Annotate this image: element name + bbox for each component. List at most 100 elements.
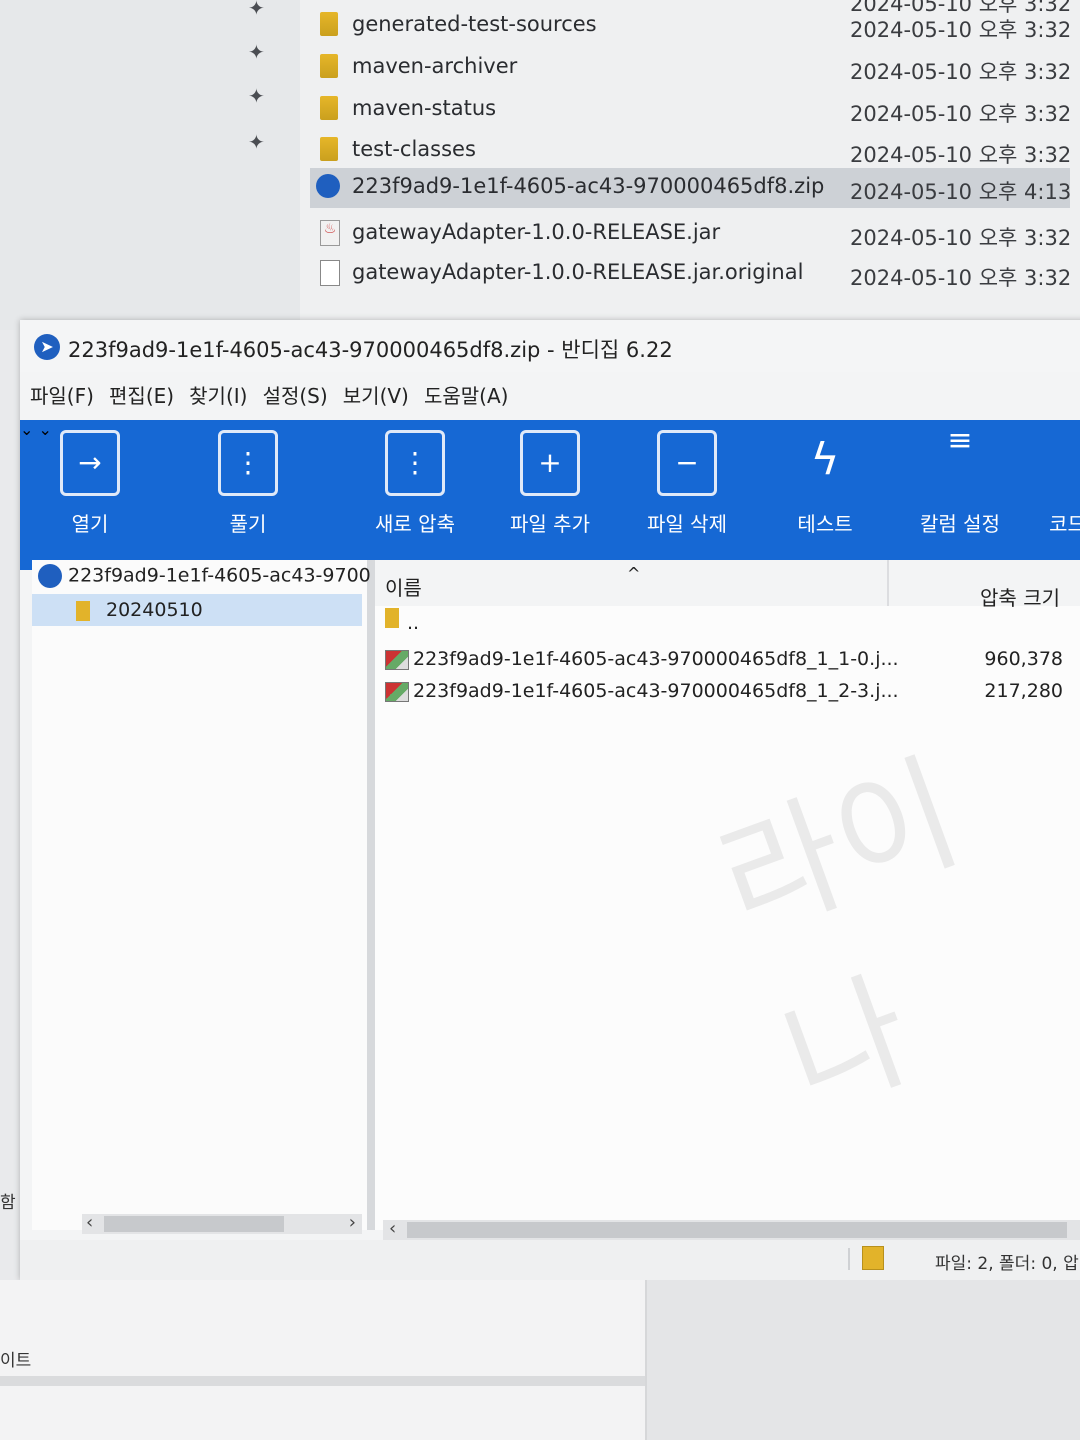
file-date: 2024-05-10 오후 3:32 [850, 226, 1072, 250]
tree-root[interactable]: 223f9ad9-1e1f-4605-ac43-9700 [38, 564, 371, 588]
background-text: 이트 [0, 1351, 32, 1371]
file-row[interactable]: generated-test-sources 2024-05-10 오후 3:3… [310, 6, 1072, 46]
list-item-up[interactable]: .. [385, 606, 1075, 638]
file-date: 2024-05-10 오후 3:32 [850, 102, 1072, 126]
file-name: gatewayAdapter-1.0.0-RELEASE.jar [352, 220, 721, 244]
pin-icon[interactable]: ✦ [248, 84, 270, 108]
pin-icon[interactable]: ✦ [248, 130, 270, 154]
file-row[interactable]: gatewayAdapter-1.0.0-RELEASE.jar.origina… [310, 254, 1072, 294]
menu-view[interactable]: 보기(V) [343, 380, 409, 409]
chevron-down-icon[interactable]: ⌄ [20, 420, 33, 439]
test-label: 테스트 [797, 512, 853, 536]
add-file-icon: + [520, 430, 580, 496]
file-name: test-classes [352, 137, 476, 161]
folder-icon [320, 137, 338, 161]
add-file-button[interactable]: + 파일 추가 [505, 430, 595, 537]
extract-button[interactable]: ⋮ 풀기 [218, 430, 278, 537]
menu-help[interactable]: 도움말(A) [424, 380, 509, 409]
file-date: 2024-05-10 오후 3:32 [850, 143, 1072, 167]
file-icon [320, 260, 340, 286]
tree-horizontal-scrollbar[interactable]: ‹ › [82, 1212, 362, 1234]
zip-icon [38, 564, 62, 588]
scrollbar-thumb[interactable] [407, 1222, 1067, 1238]
sort-asc-icon: ^ [627, 564, 641, 583]
add-file-label: 파일 추가 [510, 512, 590, 536]
tree-root-label: 223f9ad9-1e1f-4605-ac43-9700 [68, 564, 371, 587]
file-size: 960,378 [984, 648, 1063, 670]
list-header: 이름 ^ 압축 크기 [375, 560, 1080, 610]
file-row[interactable]: maven-archiver 2024-05-10 오후 3:32 [310, 48, 1072, 88]
scroll-left-icon[interactable]: ‹ [389, 1218, 396, 1239]
lightning-icon: ϟ [810, 434, 840, 485]
open-icon: → [60, 430, 120, 496]
menu-find[interactable]: 찾기(I) [189, 380, 247, 409]
archive-icon [862, 1246, 884, 1270]
code-icon [1045, 430, 1080, 496]
folder-icon [320, 54, 338, 78]
extract-label: 풀기 [229, 512, 267, 536]
list-horizontal-scrollbar[interactable]: ‹ [383, 1218, 1080, 1240]
file-name: 223f9ad9-1e1f-4605-ac43-970000465df8_1_1… [413, 648, 899, 670]
chevron-down-icon[interactable]: ⌄ [39, 420, 52, 439]
new-archive-button[interactable]: ⋮ 새로 압축 [370, 430, 460, 537]
file-date: 2024-05-10 오후 3:32 [850, 18, 1072, 42]
image-file-icon [385, 650, 409, 670]
file-date: 2024-05-10 오후 3:32 [850, 266, 1072, 290]
watermark: 라이나 [701, 735, 978, 1138]
code-label: 코드 [1049, 512, 1080, 536]
list-item[interactable]: 223f9ad9-1e1f-4605-ac43-970000465df8_1_1… [385, 646, 1075, 678]
test-button[interactable]: ϟ 테스트 [790, 430, 860, 537]
column-settings-label: 칼럼 설정 [920, 512, 1000, 536]
bandizip-window: ➤ 223f9ad9-1e1f-4605-ac43-970000465df8.z… [20, 320, 1080, 1280]
open-label: 열기 [71, 512, 109, 536]
folder-icon [320, 12, 338, 36]
file-name: gatewayAdapter-1.0.0-RELEASE.jar.origina… [352, 260, 804, 284]
title-bar[interactable]: ➤ 223f9ad9-1e1f-4605-ac43-970000465df8.z… [20, 320, 1080, 372]
delete-file-label: 파일 삭제 [647, 512, 727, 536]
open-button[interactable]: → 열기 [60, 430, 120, 537]
tree-item-20240510[interactable]: 20240510 [32, 594, 362, 626]
column-settings-button[interactable]: ≡ 칼럼 설정 [915, 423, 1005, 537]
file-date: 2024-05-10 오후 4:13 [850, 180, 1072, 204]
status-text: 파일: 2, 폴더: 0, 압 [935, 1254, 1079, 1274]
pin-icon[interactable]: ✦ [248, 0, 270, 20]
code-button[interactable]: 코드 [1045, 430, 1080, 537]
image-file-icon [385, 682, 409, 702]
zip-icon [316, 174, 340, 198]
file-date: 2024-05-10 오후 3:32 [850, 60, 1072, 84]
status-bar: 파일: 2, 폴더: 0, 압 [20, 1240, 1080, 1280]
menu-bar: 파일(F) 편집(E) 찾기(I) 설정(S) 보기(V) 도움말(A) [20, 372, 1080, 420]
toolbar: → 열기 ⌄ ⋮ 풀기 ⌄ ⋮ 새로 압축 + 파일 추가 − 파일 삭제 ϟ … [20, 420, 1080, 570]
list-icon: ≡ [947, 423, 973, 458]
file-name: maven-archiver [352, 54, 518, 78]
menu-settings[interactable]: 설정(S) [263, 380, 328, 409]
file-row[interactable]: ♨ gatewayAdapter-1.0.0-RELEASE.jar 2024-… [310, 214, 1072, 254]
file-row[interactable]: test-classes 2024-05-10 오후 3:32 [310, 131, 1072, 171]
file-name: 223f9ad9-1e1f-4605-ac43-970000465df8.zip [352, 174, 825, 198]
folder-icon [320, 96, 338, 120]
jar-icon: ♨ [320, 220, 340, 246]
menu-edit[interactable]: 편집(E) [109, 380, 174, 409]
explorer-window: ✦ ✦ ✦ ✦ 2024-05-10 오후 3:32 generated-tes… [0, 0, 1080, 330]
bandizip-app-icon: ➤ [34, 334, 60, 360]
pin-icon[interactable]: ✦ [248, 40, 270, 64]
scroll-left-icon[interactable]: ‹ [86, 1212, 93, 1233]
background-panel: 이트 [0, 1280, 647, 1440]
file-row-selected[interactable]: 223f9ad9-1e1f-4605-ac43-970000465df8.zip… [310, 168, 1072, 208]
scrollbar-thumb[interactable] [104, 1216, 284, 1232]
up-label: .. [407, 612, 420, 634]
file-name: generated-test-sources [352, 12, 597, 36]
file-row[interactable]: maven-status 2024-05-10 오후 3:32 [310, 90, 1072, 130]
menu-file[interactable]: 파일(F) [30, 380, 94, 409]
column-divider[interactable] [887, 560, 889, 606]
column-name-header[interactable]: 이름 [385, 572, 422, 601]
scroll-right-icon[interactable]: › [349, 1212, 356, 1233]
delete-file-button[interactable]: − 파일 삭제 [642, 430, 732, 537]
divider [0, 1376, 645, 1386]
window-title: 223f9ad9-1e1f-4605-ac43-970000465df8.zip… [68, 338, 673, 362]
new-archive-label: 새로 압축 [375, 512, 455, 536]
file-name: maven-status [352, 96, 497, 120]
file-name: 223f9ad9-1e1f-4605-ac43-970000465df8_1_2… [413, 680, 899, 702]
delete-file-icon: − [657, 430, 717, 496]
folder-icon [76, 600, 90, 621]
